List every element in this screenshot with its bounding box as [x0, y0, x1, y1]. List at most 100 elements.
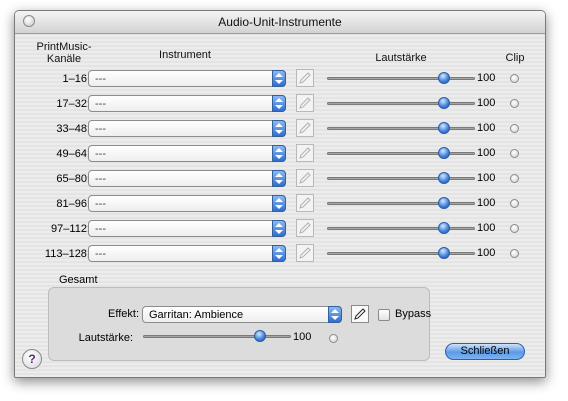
effect-edit-button[interactable]: [351, 305, 369, 323]
clip-indicator-icon: [510, 124, 519, 133]
updown-arrows-icon: [272, 70, 286, 87]
instrument-popup[interactable]: ---: [88, 245, 286, 262]
title-bar[interactable]: Audio-Unit-Instrumente: [15, 11, 545, 34]
pencil-icon: [299, 147, 311, 159]
channel-range-label: 65–80:: [56, 173, 90, 185]
channel-range-label: 33–48:: [56, 123, 90, 135]
volume-thumb[interactable]: [437, 172, 450, 184]
updown-arrows-icon: [272, 220, 286, 237]
instrument-row: 17–32: --- 100: [15, 93, 545, 115]
instrument-popup-value: ---: [95, 248, 106, 260]
instrument-row: 113–128: --- 100: [15, 243, 545, 265]
instrument-row: 65–80: --- 100: [15, 168, 545, 190]
pencil-icon: [299, 97, 311, 109]
volume-track: [327, 127, 475, 130]
updown-arrows-icon: [272, 95, 286, 112]
volume-value: 100: [477, 247, 496, 259]
pencil-icon: [299, 222, 311, 234]
instrument-row: 81–96: --- 100: [15, 193, 545, 215]
instrument-popup[interactable]: ---: [88, 120, 286, 137]
updown-arrows-icon: [272, 245, 286, 262]
instrument-edit-button[interactable]: [296, 169, 314, 187]
channels-header: PrintMusic- Kanäle: [29, 41, 99, 65]
instrument-volume-slider[interactable]: [327, 168, 475, 190]
pencil-icon: [299, 122, 311, 134]
updown-arrows-icon: [328, 306, 342, 323]
channel-range-label: 97–112:: [51, 223, 90, 235]
updown-arrows-icon: [272, 120, 286, 137]
audio-unit-window: Audio-Unit-Instrumente PrintMusic- Kanäl…: [14, 10, 546, 378]
instrument-popup[interactable]: ---: [88, 70, 286, 87]
instrument-popup[interactable]: ---: [88, 170, 286, 187]
instrument-row: 33–48: --- 100: [15, 118, 545, 140]
instrument-popup[interactable]: ---: [88, 195, 286, 212]
volume-thumb[interactable]: [437, 247, 450, 259]
clip-indicator-icon: [510, 224, 519, 233]
volume-value: 100: [477, 197, 496, 209]
instrument-edit-button[interactable]: [296, 94, 314, 112]
volume-track: [327, 252, 475, 255]
close-button[interactable]: Schließen: [445, 343, 525, 360]
volume-thumb[interactable]: [437, 147, 450, 159]
instrument-popup-value: ---: [95, 123, 106, 135]
instrument-edit-button[interactable]: [296, 144, 314, 162]
volume-thumb[interactable]: [437, 197, 450, 209]
master-volume-thumb[interactable]: [253, 330, 266, 342]
channel-range-label: 49–64:: [56, 148, 90, 160]
help-button[interactable]: ?: [22, 349, 42, 369]
pencil-icon: [299, 197, 311, 209]
channels-header-line2: Kanäle: [46, 53, 82, 65]
effect-popup[interactable]: Garritan: Ambience: [142, 306, 342, 323]
volume-track: [327, 177, 475, 180]
volume-value: 100: [477, 72, 496, 84]
instrument-volume-slider[interactable]: [327, 218, 475, 240]
volume-thumb[interactable]: [437, 222, 450, 234]
instrument-popup[interactable]: ---: [88, 145, 286, 162]
updown-arrows-icon: [272, 195, 286, 212]
clip-indicator-icon: [510, 149, 519, 158]
master-volume-label: Lautstärke:: [78, 332, 133, 344]
instrument-volume-slider[interactable]: [327, 143, 475, 165]
instrument-volume-slider[interactable]: [327, 93, 475, 115]
instrument-volume-slider[interactable]: [327, 68, 475, 90]
volume-track: [327, 77, 475, 80]
instrument-popup-value: ---: [95, 223, 106, 235]
master-group-label: Gesamt: [59, 274, 98, 286]
effect-popup-value: Garritan: Ambience: [149, 309, 244, 321]
instrument-edit-button[interactable]: [296, 219, 314, 237]
volume-track: [327, 227, 475, 230]
instrument-volume-slider[interactable]: [327, 193, 475, 215]
bypass-label[interactable]: Bypass: [395, 308, 431, 320]
instrument-edit-button[interactable]: [296, 244, 314, 262]
updown-arrows-icon: [272, 145, 286, 162]
master-volume-slider[interactable]: [143, 326, 291, 348]
channel-range-label: 1–16:: [62, 73, 90, 85]
instrument-popup[interactable]: ---: [88, 220, 286, 237]
instrument-popup-value: ---: [95, 98, 106, 110]
instrument-popup[interactable]: ---: [88, 95, 286, 112]
channel-range-label: 81–96:: [56, 198, 90, 210]
clip-indicator-icon: [510, 74, 519, 83]
instrument-header: Instrument: [159, 49, 211, 61]
pencil-icon: [299, 247, 311, 259]
instrument-edit-button[interactable]: [296, 69, 314, 87]
pencil-icon: [354, 308, 366, 320]
volume-value: 100: [477, 97, 496, 109]
clip-indicator-icon: [510, 174, 519, 183]
volume-track: [327, 202, 475, 205]
instrument-edit-button[interactable]: [296, 119, 314, 137]
instrument-edit-button[interactable]: [296, 194, 314, 212]
instrument-row: 1–16: --- 100: [15, 68, 545, 90]
master-group: Effekt: Garritan: Ambience Bypass Lautst…: [48, 287, 431, 361]
pencil-icon: [299, 172, 311, 184]
volume-value: 100: [477, 222, 496, 234]
instrument-volume-slider[interactable]: [327, 118, 475, 140]
bypass-checkbox[interactable]: [378, 309, 390, 321]
channel-range-label: 17–32:: [56, 98, 90, 110]
volume-track: [327, 102, 475, 105]
volume-thumb[interactable]: [437, 97, 450, 109]
instrument-popup-value: ---: [95, 198, 106, 210]
volume-thumb[interactable]: [437, 122, 450, 134]
instrument-volume-slider[interactable]: [327, 243, 475, 265]
volume-thumb[interactable]: [437, 72, 450, 84]
